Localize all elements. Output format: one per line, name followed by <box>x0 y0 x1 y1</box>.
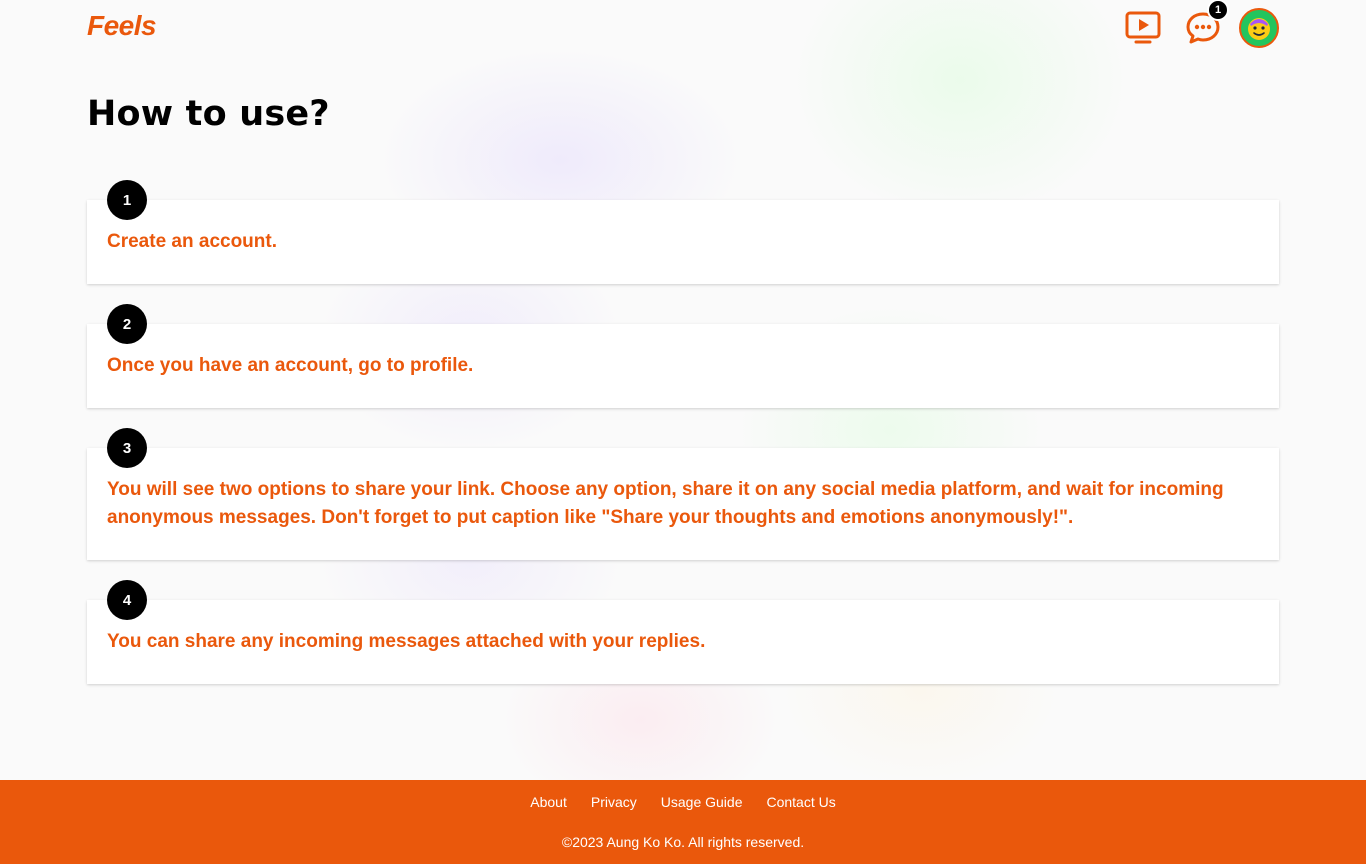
emoji-avatar-icon <box>1248 18 1270 40</box>
footer-link-privacy[interactable]: Privacy <box>591 794 637 810</box>
page: Feels 1 How to use? 1 Create an account.… <box>0 0 1366 864</box>
footer-link-about[interactable]: About <box>530 794 567 810</box>
step-number-badge: 3 <box>107 428 147 468</box>
copyright: ©2023 Aung Ko Ko. All rights reserved. <box>561 834 805 850</box>
footer-link-usage-guide[interactable]: Usage Guide <box>661 794 743 810</box>
watch-button[interactable] <box>1123 8 1163 48</box>
step-card-2: 2 Once you have an account, go to profil… <box>87 304 1279 408</box>
step-number-badge: 2 <box>107 304 147 344</box>
step-card-1: 1 Create an account. <box>87 180 1279 284</box>
footer: About Privacy Usage Guide Contact Us ©20… <box>0 780 1366 864</box>
footer-link-contact-us[interactable]: Contact Us <box>766 794 835 810</box>
notification-badge: 1 <box>1207 0 1229 21</box>
logo[interactable]: Feels <box>87 10 157 42</box>
step-text: You can share any incoming messages atta… <box>107 631 706 652</box>
step-card-4: 4 You can share any incoming messages at… <box>87 580 1279 684</box>
avatar[interactable] <box>1239 8 1279 48</box>
step-text: Once you have an account, go to profile. <box>107 355 474 376</box>
step-card-3: 3 You will see two options to share your… <box>87 428 1279 560</box>
step-number-badge: 4 <box>107 580 147 620</box>
footer-nav: About Privacy Usage Guide Contact Us <box>0 780 1366 810</box>
tv-play-icon <box>1125 11 1161 44</box>
header-actions: 1 <box>1123 0 1279 48</box>
top-nav: Feels 1 <box>87 0 1279 56</box>
step-text: Create an account. <box>107 231 277 252</box>
messages-button[interactable]: 1 <box>1183 0 1229 48</box>
step-number-badge: 1 <box>107 180 147 220</box>
step-text: You will see two options to share your l… <box>107 479 1224 528</box>
page-title: How to use? <box>87 94 330 134</box>
